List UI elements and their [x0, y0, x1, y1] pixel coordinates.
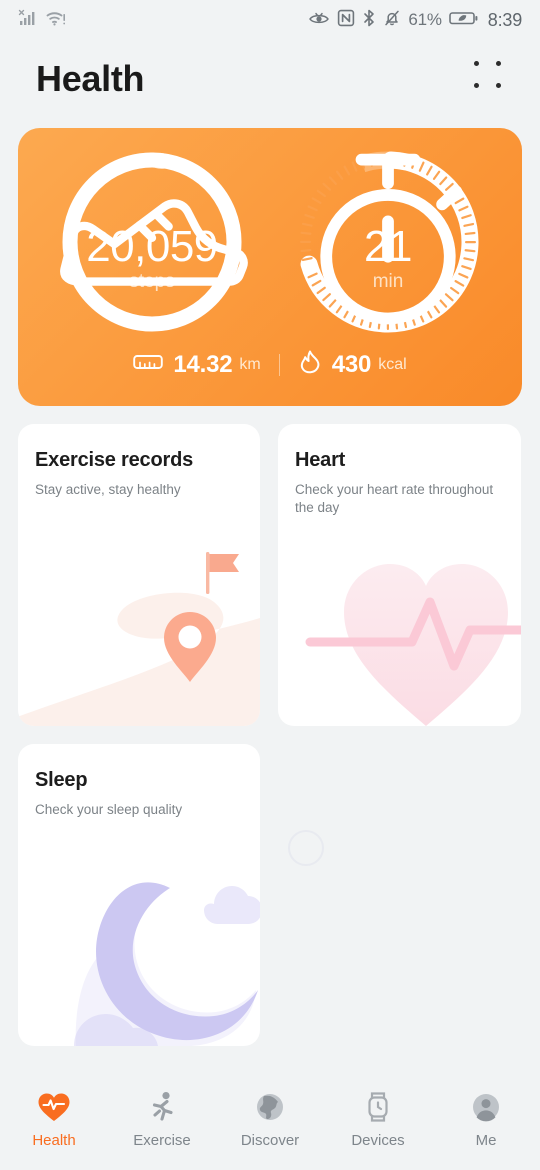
- calories-value: 430: [331, 350, 372, 378]
- card-subtitle: Check your sleep quality: [35, 802, 183, 817]
- card-title: Heart: [295, 449, 346, 471]
- card-subtitle: Stay active, stay healthy: [35, 482, 181, 497]
- calories-unit: kcal: [378, 355, 407, 373]
- bluetooth-icon: [362, 9, 376, 32]
- bell-muted-icon: [383, 9, 401, 32]
- menu-dot: [496, 61, 501, 66]
- steps-ring[interactable]: 20,059 steps: [52, 142, 252, 342]
- grid-dots-menu-icon[interactable]: [474, 61, 510, 97]
- signal-bars-no-sim-icon: [18, 9, 38, 32]
- steps-ring-content: 20,059 steps: [52, 142, 252, 342]
- person-avatar-icon: [471, 1090, 501, 1124]
- nav-item-health[interactable]: Health: [0, 1090, 108, 1148]
- card-heart[interactable]: Heart Check your heart rate throughout t…: [278, 424, 521, 726]
- battery-percent: 61%: [408, 10, 442, 29]
- card-title: Sleep: [35, 769, 88, 791]
- card-exercise-records-head: Exercise records Stay active, stay healt…: [18, 424, 260, 499]
- menu-dot: [496, 83, 501, 88]
- status-bar: 61% 8:39: [0, 0, 540, 40]
- activity-rings-row: 20,059 steps 21 min: [18, 142, 522, 352]
- nav-item-devices[interactable]: Devices: [324, 1090, 432, 1148]
- nav-item-me[interactable]: Me: [432, 1090, 540, 1148]
- card-sleep[interactable]: Sleep Check your sleep quality: [18, 744, 260, 1046]
- page-title: Health: [36, 58, 145, 99]
- stats-divider: [278, 353, 280, 376]
- status-bar-left: [18, 9, 67, 32]
- minutes-ring-content: 21 min: [288, 142, 488, 342]
- flame-icon: [298, 349, 322, 380]
- distance-stat[interactable]: 14.32 km: [133, 350, 261, 379]
- smartwatch-icon: [364, 1090, 392, 1124]
- loading-placeholder-circle: [288, 830, 324, 866]
- card-exercise-records[interactable]: Exercise records Stay active, stay healt…: [18, 424, 260, 726]
- calories-stat[interactable]: 430 kcal: [298, 349, 407, 380]
- card-heart-head: Heart Check your heart rate throughout t…: [278, 424, 521, 517]
- heart-pulse-icon: [37, 1090, 71, 1124]
- minutes-ring[interactable]: 21 min: [288, 142, 488, 342]
- nfc-icon: [337, 9, 355, 32]
- flag-icon: [206, 552, 239, 594]
- status-bar-clock: 8:39: [487, 9, 522, 30]
- nav-label: Health: [32, 1132, 76, 1149]
- cloud-shape: [74, 886, 260, 1046]
- card-title: Exercise records: [35, 449, 194, 471]
- feature-cards-area: Exercise records Stay active, stay healt…: [0, 424, 540, 1046]
- globe-icon: [255, 1090, 285, 1124]
- eye-comfort-icon: [308, 9, 330, 32]
- menu-dot: [474, 83, 479, 88]
- nav-label: Me: [475, 1132, 497, 1149]
- status-bar-right: 61% 8:39: [308, 9, 522, 32]
- distance-unit: km: [239, 355, 261, 373]
- card-subtitle: Check your heart rate throughout the day: [295, 482, 494, 515]
- nav-label: Devices: [351, 1132, 405, 1149]
- card-sleep-head: Sleep Check your sleep quality: [18, 744, 260, 819]
- battery-charging-icon: [448, 9, 479, 32]
- wifi-warning-icon: [45, 9, 67, 32]
- distance-value: 14.32: [173, 350, 233, 378]
- nav-label: Exercise: [133, 1132, 191, 1149]
- running-man-icon: [147, 1090, 177, 1124]
- nav-item-exercise[interactable]: Exercise: [108, 1090, 216, 1148]
- summary-stats-row: 14.32 km 430 kcal: [18, 349, 522, 380]
- bottom-navigation-bar: Health Exercise Discover Devices Me: [0, 1078, 540, 1170]
- map-pin-icon: [164, 612, 216, 682]
- ruler-icon: [133, 352, 164, 377]
- nav-label: Discover: [240, 1132, 300, 1149]
- menu-dot: [474, 61, 479, 66]
- nav-item-discover[interactable]: Discover: [216, 1090, 324, 1148]
- app-header: Health: [0, 40, 540, 118]
- daily-summary-card[interactable]: 20,059 steps 21 min 14.32 km 430 kcal: [18, 128, 522, 406]
